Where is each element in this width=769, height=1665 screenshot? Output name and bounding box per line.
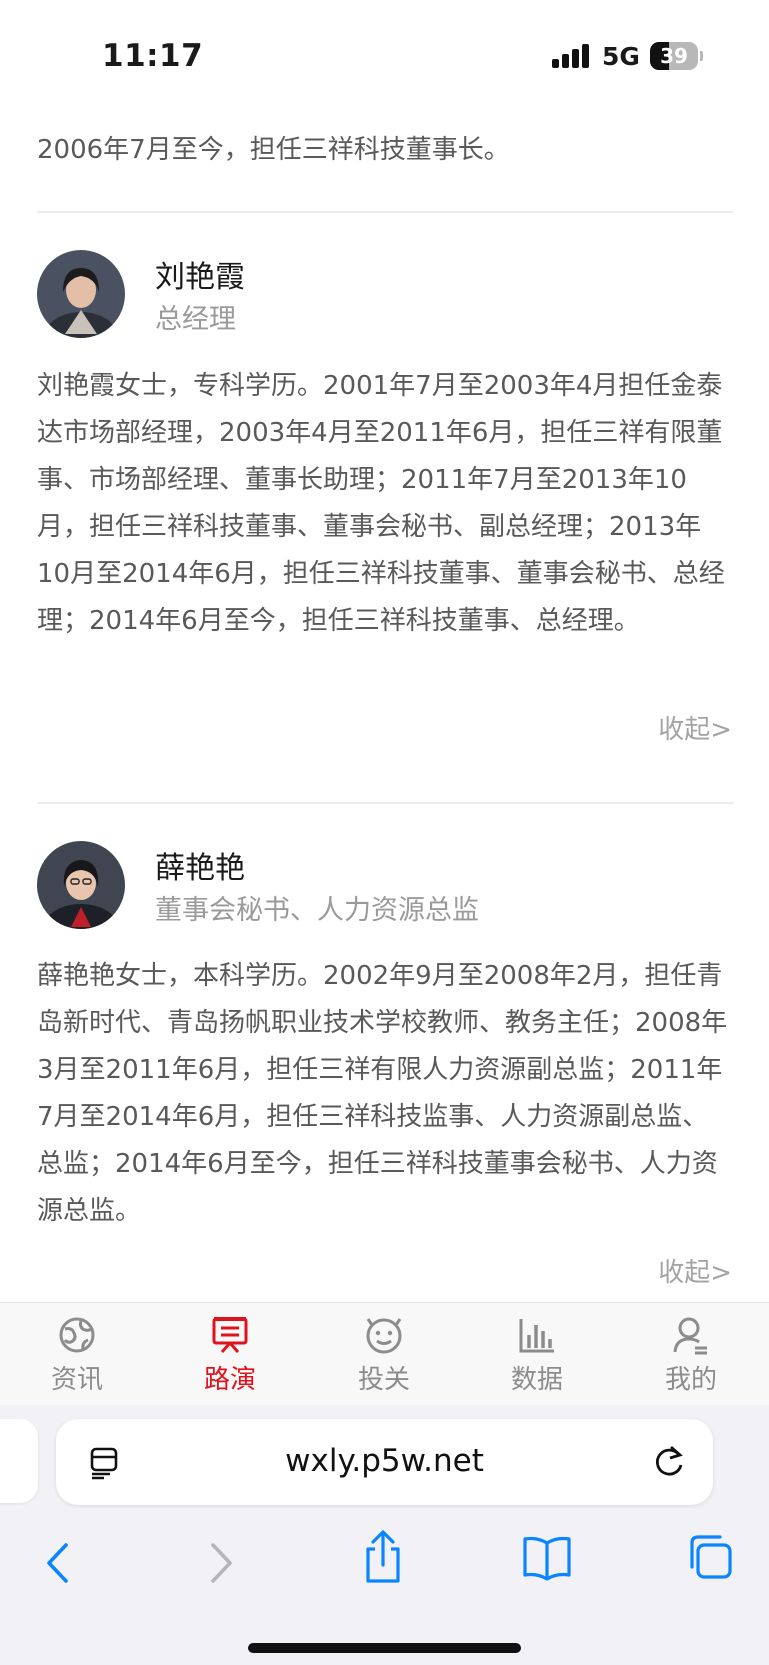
- tab-data[interactable]: 数据: [477, 1303, 597, 1406]
- address-bar[interactable]: wxly.p5w.net: [56, 1419, 713, 1505]
- status-time: 11:17: [102, 38, 204, 74]
- cellular-signal-icon: [552, 44, 592, 68]
- divider: [37, 802, 733, 804]
- avatar: [37, 841, 125, 929]
- bar-chart-icon: [519, 1319, 554, 1353]
- tab-news[interactable]: 资讯: [17, 1303, 137, 1406]
- app-tab-bar: 资讯 路演 投关 数据 我的: [0, 1302, 769, 1405]
- tab-label: 路演: [203, 1365, 256, 1395]
- status-bar: 11:17 5G 39: [0, 0, 769, 96]
- profile-list[interactable]: 2006年7月至今，担任三祥科技董事长。 刘艳霞 总经理 刘艳霞女士，专科学历。…: [0, 0, 769, 1302]
- person-title: 总经理: [155, 304, 236, 335]
- url-text: wxly.p5w.net: [285, 1443, 484, 1479]
- person-bio: 薛艳艳女士，本科学历。2002年9月至2008年2月，担任青岛新时代、青岛扬帆职…: [37, 961, 728, 1226]
- home-indicator: [248, 1643, 521, 1653]
- bookmarks-icon[interactable]: [522, 1535, 572, 1581]
- tab-investor-relations[interactable]: 投关: [324, 1303, 444, 1406]
- globe-icon: [59, 1317, 95, 1353]
- collapse-link[interactable]: 收起>: [658, 709, 732, 746]
- person-title: 董事会秘书、人力资源总监: [155, 895, 479, 926]
- tab-label: 投关: [357, 1365, 410, 1395]
- battery-level: 39: [660, 44, 688, 68]
- tab-label: 我的: [664, 1365, 717, 1395]
- roadshow-icon: [212, 1317, 248, 1353]
- forward-icon[interactable]: [205, 1539, 239, 1587]
- tab-label: 数据: [510, 1365, 563, 1395]
- reload-icon[interactable]: [651, 1443, 687, 1481]
- back-icon[interactable]: [40, 1539, 74, 1587]
- collapse-link[interactable]: 收起>: [658, 1252, 732, 1289]
- share-icon[interactable]: [362, 1529, 404, 1585]
- browser-toolbar: wxly.p5w.net: [0, 1405, 769, 1665]
- tab-label: 资讯: [50, 1365, 103, 1395]
- person-bio: 刘艳霞女士，专科学历。2001年7月至2003年4月担任金泰达市场部经理，200…: [37, 371, 725, 636]
- person-name: 薛艳艳: [155, 851, 245, 886]
- tab-roadshow[interactable]: 路演: [170, 1303, 290, 1406]
- avatar: [37, 250, 125, 338]
- smile-icon: [366, 1318, 402, 1354]
- divider: [37, 211, 733, 213]
- cut-off-text-line: [37, 95, 733, 120]
- tabs-icon[interactable]: [686, 1533, 734, 1581]
- previous-tab-card[interactable]: [0, 1419, 38, 1503]
- person-name: 刘艳霞: [155, 260, 245, 295]
- user-icon: [673, 1317, 707, 1355]
- previous-bio-tail: 2006年7月至今，担任三祥科技董事长。: [37, 135, 510, 165]
- tab-mine[interactable]: 我的: [631, 1303, 751, 1406]
- battery-icon: 39: [650, 42, 703, 70]
- network-type: 5G: [602, 42, 640, 71]
